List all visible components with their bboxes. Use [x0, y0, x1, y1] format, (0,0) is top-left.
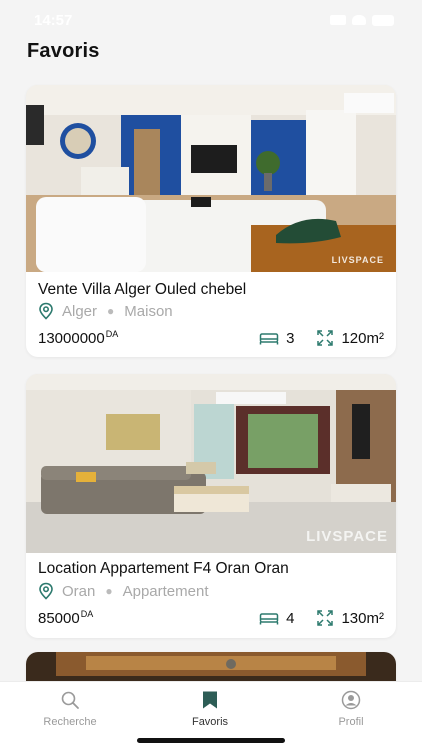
status-time: 14:57 [34, 11, 73, 29]
battery-icon [372, 14, 394, 26]
listing-type: Appartement [122, 582, 209, 600]
rooms-count: 3 [286, 329, 295, 347]
listing-footer: 13000000DA 3 120m² [38, 329, 384, 347]
listing-city: Oran [62, 582, 96, 600]
listing-photo[interactable]: LIVSPACE [26, 374, 396, 553]
bed-icon [259, 333, 279, 345]
living-room-photo [26, 374, 396, 553]
listing-city: Alger [62, 302, 98, 320]
rooms-feature: 4 [259, 610, 294, 627]
tab-profile[interactable]: Profil [301, 688, 401, 728]
listing-location: Oran ● Appartement [38, 582, 209, 600]
price-currency: DA [80, 609, 94, 619]
status-bar: 14:57 [0, 0, 422, 40]
listing-price: 85000DA [38, 609, 93, 627]
listing-photo[interactable]: LIVSPACE [26, 85, 396, 272]
bed-icon [259, 613, 279, 625]
listing-card[interactable]: LIVSPACE Vente Villa Alger Ouled chebel … [26, 85, 396, 357]
price-value: 13000000 [38, 330, 105, 347]
area-feature: 130m² [316, 609, 384, 627]
listing-location: Alger ● Maison [38, 302, 173, 320]
area-feature: 120m² [316, 329, 384, 347]
price-currency: DA [105, 329, 119, 339]
area-value: 130m² [341, 609, 384, 627]
bookmark-icon [203, 691, 217, 709]
separator-dot: ● [107, 304, 115, 318]
expand-icon [317, 330, 334, 346]
tab-label: Favoris [191, 716, 229, 728]
location-pin-icon [39, 302, 53, 320]
wifi-icon [352, 15, 366, 25]
rooms-count: 4 [286, 609, 295, 627]
photo-watermark: LIVSPACE [306, 528, 388, 545]
separator-dot: ● [105, 584, 113, 598]
user-icon [341, 690, 361, 710]
price-value: 85000 [38, 610, 80, 627]
listing-title[interactable]: Location Appartement F4 Oran Oran [38, 560, 289, 578]
photo-watermark: LIVSPACE [331, 255, 384, 265]
page-title: Favoris [27, 40, 100, 62]
rooms-feature: 3 [259, 330, 294, 347]
listing-type: Maison [124, 302, 173, 320]
status-icons [330, 14, 394, 26]
area-value: 120m² [341, 329, 384, 347]
signal-icon [330, 15, 346, 25]
tab-label: Profil [338, 716, 364, 728]
living-room-photo [26, 85, 396, 272]
tab-label: Recherche [43, 716, 97, 728]
tab-favorites[interactable]: Favoris [160, 688, 260, 728]
expand-icon [317, 610, 334, 626]
listing-photo[interactable] [26, 652, 396, 682]
listing-features: 3 120m² [259, 329, 384, 347]
tab-search[interactable]: Recherche [20, 688, 120, 728]
listing-price: 13000000DA [38, 329, 118, 347]
listing-card[interactable]: LIVSPACE Location Appartement F4 Oran Or… [26, 374, 396, 638]
listing-title[interactable]: Vente Villa Alger Ouled chebel [38, 281, 246, 299]
location-pin-icon [39, 582, 53, 600]
listing-footer: 85000DA 4 130m² [38, 609, 384, 627]
search-icon [61, 691, 79, 709]
home-indicator [137, 738, 285, 743]
listing-features: 4 130m² [259, 609, 384, 627]
